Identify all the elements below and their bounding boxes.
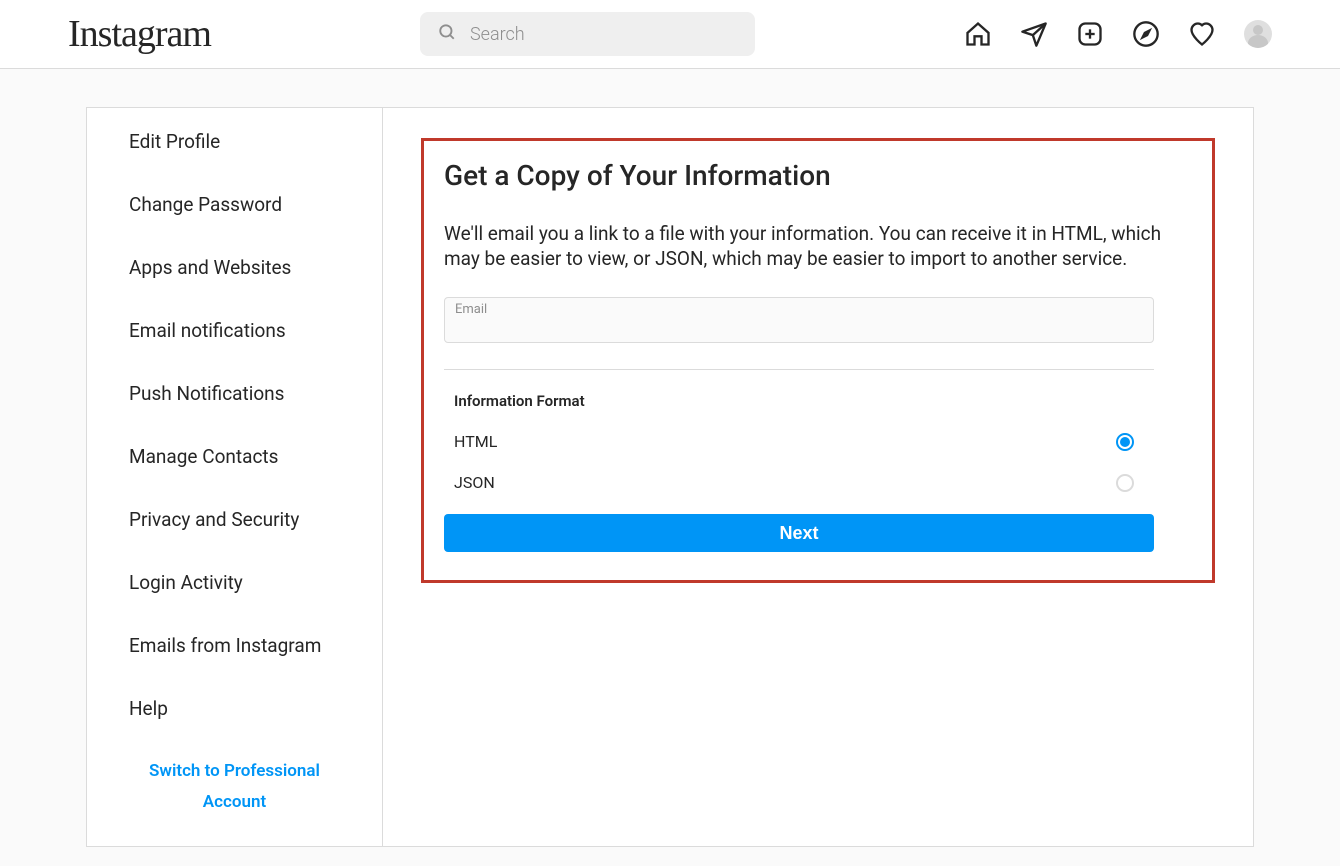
section-divider — [444, 369, 1154, 370]
messenger-icon[interactable] — [1020, 20, 1048, 48]
sidebar-item-email-notifications[interactable]: Email notifications — [87, 299, 382, 362]
format-option-html[interactable]: HTML — [444, 432, 1144, 451]
sidebar-item-edit-profile[interactable]: Edit Profile — [87, 108, 382, 173]
next-button[interactable]: Next — [444, 514, 1154, 552]
settings-sidebar: Edit Profile Change Password Apps and We… — [87, 108, 383, 846]
sidebar-item-manage-contacts[interactable]: Manage Contacts — [87, 425, 382, 488]
settings-container: Edit Profile Change Password Apps and We… — [86, 107, 1254, 847]
sidebar-item-privacy-security[interactable]: Privacy and Security — [87, 488, 382, 551]
format-option-html-label: HTML — [454, 432, 497, 451]
email-label: Email — [455, 302, 487, 317]
settings-content: Get a Copy of Your Information We'll ema… — [383, 108, 1253, 846]
nav-icons — [964, 20, 1272, 48]
profile-avatar[interactable] — [1244, 20, 1272, 48]
download-data-panel: Get a Copy of Your Information We'll ema… — [421, 138, 1215, 583]
sidebar-item-help[interactable]: Help — [87, 677, 382, 740]
radio-json[interactable] — [1116, 474, 1134, 492]
sidebar-item-change-password[interactable]: Change Password — [87, 173, 382, 236]
search-icon — [438, 23, 456, 45]
home-icon[interactable] — [964, 20, 992, 48]
sidebar-item-login-activity[interactable]: Login Activity — [87, 551, 382, 614]
page-description: We'll email you a link to a file with yo… — [444, 222, 1192, 271]
sidebar-item-push-notifications[interactable]: Push Notifications — [87, 362, 382, 425]
search-placeholder: Search — [470, 24, 525, 45]
sidebar-item-apps-websites[interactable]: Apps and Websites — [87, 236, 382, 299]
format-heading: Information Format — [444, 392, 1192, 410]
explore-icon[interactable] — [1132, 20, 1160, 48]
radio-html[interactable] — [1116, 433, 1134, 451]
sidebar-item-emails-from-instagram[interactable]: Emails from Instagram — [87, 614, 382, 677]
search-wrap: Search — [211, 12, 964, 56]
format-option-json-label: JSON — [454, 473, 495, 492]
switch-professional-link[interactable]: Switch to Professional Account — [87, 740, 382, 835]
email-field[interactable]: Email — [444, 297, 1154, 343]
activity-heart-icon[interactable] — [1188, 20, 1216, 48]
search-input[interactable]: Search — [420, 12, 755, 56]
instagram-logo[interactable]: Instagram — [68, 12, 211, 56]
top-nav: Instagram Search — [0, 0, 1340, 69]
new-post-icon[interactable] — [1076, 20, 1104, 48]
format-option-json[interactable]: JSON — [444, 473, 1144, 492]
page-title: Get a Copy of Your Information — [444, 159, 1192, 192]
